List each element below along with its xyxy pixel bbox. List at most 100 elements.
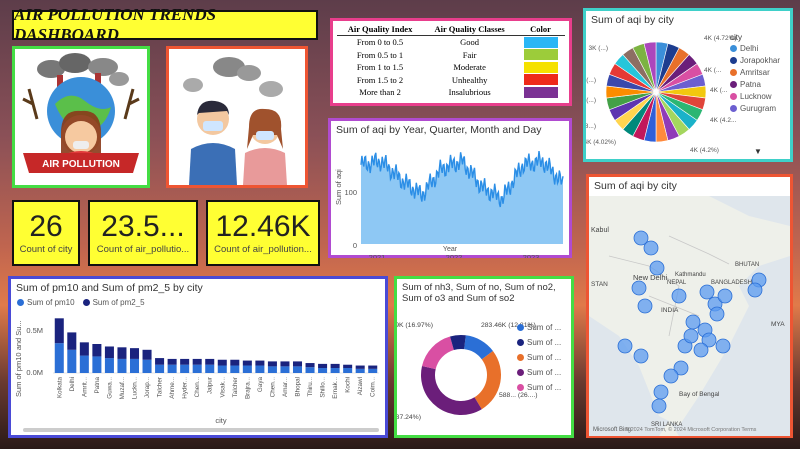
bar-pm2-5[interactable] [92, 344, 102, 357]
city-bubble[interactable] [633, 348, 649, 364]
bar-pm10[interactable] [255, 365, 265, 373]
bar-pm2-5[interactable] [267, 361, 277, 367]
bar-chart-plot[interactable]: Sum of pm10 and Su... 0.5M 0.0M city Kol… [11, 307, 385, 425]
bar-pm2-5[interactable] [280, 361, 290, 367]
bar-pm10[interactable] [230, 365, 240, 373]
city-bubble[interactable] [663, 368, 679, 384]
city-bubble[interactable] [643, 240, 659, 256]
city-bubble[interactable] [715, 338, 731, 354]
city-bubble[interactable] [685, 314, 701, 330]
legend-item[interactable]: Sum of ... [517, 338, 561, 347]
bar-pm2-5[interactable] [79, 342, 89, 356]
bar-pm10[interactable] [305, 367, 315, 373]
bar-pm2-5[interactable] [230, 359, 240, 366]
bar-pm2-5[interactable] [205, 358, 215, 365]
gases-donut-chart[interactable]: Sum of nh3, Sum of no, Sum of no2, Sum o… [366, 276, 574, 438]
aqi-trend-line-chart[interactable]: Sum of aqi by Year, Quarter, Month and D… [328, 118, 572, 262]
city-bubble[interactable] [637, 298, 653, 314]
bar-pm10[interactable] [167, 364, 177, 373]
legend-item[interactable]: Sum of pm2_5 [82, 298, 145, 307]
bar-pm2-5[interactable] [255, 360, 265, 366]
bar-pm2-5[interactable] [67, 332, 77, 350]
donut-slice[interactable] [474, 350, 501, 410]
legend-item[interactable]: Delhi [730, 44, 792, 53]
bar-pm2-5[interactable] [129, 348, 140, 359]
legend-item[interactable]: Sum of ... [517, 368, 561, 377]
bar-pm10[interactable] [355, 368, 365, 373]
bar-pm10[interactable] [217, 365, 227, 373]
bar-pm2-5[interactable] [180, 358, 190, 365]
pm-by-city-bar-chart[interactable]: Sum of pm10 and Sum of pm2_5 by city Sum… [8, 276, 388, 438]
map-canvas[interactable]: KabulNew DelhiNEPALKathmanduBHUTANBANGLA… [589, 196, 790, 436]
bar-pm10[interactable] [280, 366, 290, 373]
legend-item[interactable]: Sum of ... [517, 323, 561, 332]
legend-item[interactable]: Jorapokhar [730, 56, 792, 65]
bar-pm2-5[interactable] [192, 358, 202, 365]
city-bubble[interactable] [651, 398, 667, 414]
bar-pm2-5[interactable] [305, 363, 315, 368]
legend-item[interactable]: Sum of ... [517, 383, 561, 392]
city-bubble[interactable] [631, 280, 647, 296]
horizontal-scrollbar[interactable] [23, 428, 379, 432]
bar-pm2-5[interactable] [292, 361, 303, 367]
donut-slice[interactable] [422, 336, 454, 370]
bar-pm2-5[interactable] [217, 359, 227, 366]
legend-item[interactable]: Lucknow [730, 92, 792, 101]
bar-pm2-5[interactable] [104, 346, 114, 359]
bar-pm10[interactable] [155, 364, 165, 373]
bar-pm2-5[interactable] [167, 358, 177, 365]
city-bubble[interactable] [683, 328, 699, 344]
bar-pm2-5[interactable] [142, 349, 152, 360]
legend-item[interactable]: Patna [730, 80, 792, 89]
bar-pm10[interactable] [92, 356, 102, 373]
city-bubble[interactable] [671, 288, 687, 304]
city-bubble[interactable] [649, 260, 665, 276]
aqi-by-city-map[interactable]: Sum of aqi by city Kabul New Delhi NEPAL Ka… [586, 174, 793, 438]
bar-pm10[interactable] [117, 358, 127, 373]
bar-pm2-5[interactable] [54, 318, 64, 344]
city-bubble[interactable] [693, 342, 709, 358]
bar-pm10[interactable] [330, 368, 340, 373]
scroll-down-icon[interactable]: ▼ [754, 147, 762, 156]
legend-item[interactable]: Amritsar [730, 68, 792, 77]
city-bubble[interactable] [699, 284, 715, 300]
bar-pm10[interactable] [54, 343, 64, 373]
legend-item[interactable]: Gurugram [730, 104, 792, 113]
bar-pm10[interactable] [242, 365, 252, 373]
city-bubble[interactable] [709, 306, 725, 322]
bar-pm10[interactable] [343, 368, 353, 373]
bar-pm2-5[interactable] [318, 363, 328, 369]
city-bubble[interactable] [653, 384, 669, 400]
bar-pm2-5[interactable] [155, 358, 165, 365]
bar-pm10[interactable] [180, 364, 190, 373]
bar-pm10[interactable] [192, 364, 202, 373]
bar-pm10[interactable] [142, 359, 152, 373]
aqi-classes-table: Air Quality Index Air Quality Classes Co… [330, 18, 572, 106]
city-bubble[interactable] [747, 282, 763, 298]
bar-pm2-5[interactable] [117, 347, 127, 359]
bar-pm10[interactable] [368, 368, 378, 373]
bar-pm10[interactable] [104, 358, 114, 373]
aqi-by-city-pie-chart[interactable]: Sum of aqi by city 4K (4.72%) 3K (...) 4K … [567, 8, 793, 162]
bar-pm10[interactable] [292, 366, 303, 373]
city-bubble[interactable] [617, 338, 633, 354]
bar-pm10[interactable] [67, 349, 77, 373]
bar-pm10[interactable] [129, 358, 140, 373]
y-tick: 0.0M [26, 368, 43, 377]
bar-pm2-5[interactable] [330, 363, 340, 369]
bar-pm2-5[interactable] [355, 365, 365, 369]
bar-pm2-5[interactable] [242, 360, 252, 366]
aqi-color-swatch [516, 36, 565, 49]
bar-pm2-5[interactable] [368, 365, 378, 369]
bar-pm2-5[interactable] [343, 364, 353, 369]
bar-pm10[interactable] [267, 366, 277, 373]
legend-item[interactable]: Sum of pm10 [17, 298, 75, 307]
legend-item[interactable]: Sum of ... [517, 353, 561, 362]
city-bubble[interactable] [717, 288, 733, 304]
chart-title: Sum of aqi by city [594, 180, 677, 192]
bar-pm10[interactable] [205, 364, 215, 373]
bar-pm10[interactable] [318, 368, 328, 373]
line-chart-plot[interactable]: Sum of aqi 100 0 2021 2022 2023 [331, 140, 569, 262]
donut-slice[interactable] [421, 366, 482, 415]
bar-pm10[interactable] [79, 355, 89, 373]
